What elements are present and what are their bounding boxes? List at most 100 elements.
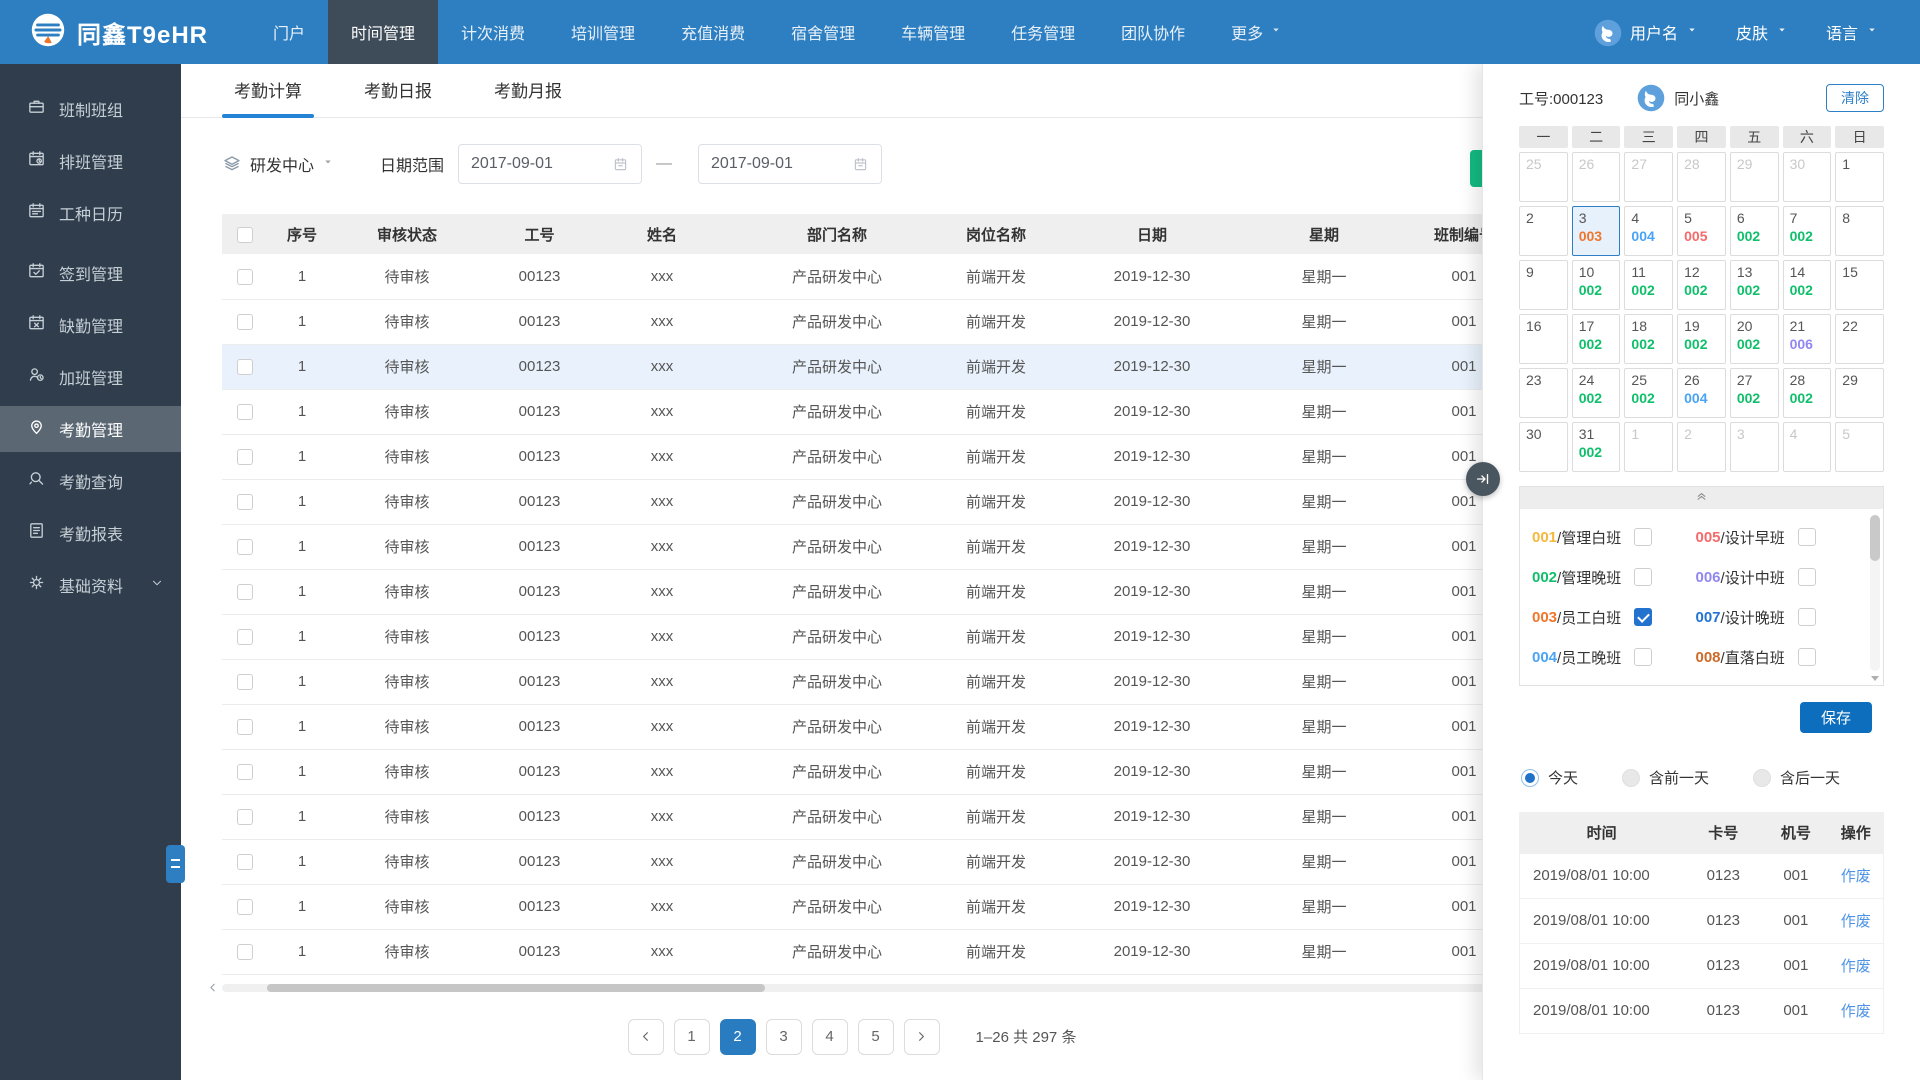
table-row[interactable]: 1 待审核 00123 xxx 产品研发中心 前端开发 2019-12-30 星期一 001 bbox=[222, 254, 1544, 300]
sidebar-item-考勤管理[interactable]: 考勤管理 bbox=[0, 406, 181, 452]
day-option-含后一天[interactable]: 含后一天 bbox=[1753, 767, 1840, 788]
day-option-今天[interactable]: 今天 bbox=[1521, 767, 1578, 788]
row-checkbox[interactable] bbox=[236, 268, 253, 285]
radio-button[interactable] bbox=[1622, 768, 1641, 787]
shift-option-008[interactable]: 008/直落白班 bbox=[1696, 637, 1860, 677]
table-row[interactable]: 1 待审核 00123 xxx 产品研发中心 前端开发 2019-12-30 星期一 001 bbox=[222, 614, 1544, 660]
page-button-2[interactable]: 2 bbox=[719, 1018, 756, 1055]
table-row[interactable]: 1 待审核 00123 xxx 产品研发中心 前端开发 2019-12-30 星期一 001 bbox=[222, 344, 1544, 390]
calendar-day-cell[interactable]: 13 002 bbox=[1729, 260, 1779, 310]
table-row[interactable]: 1 待审核 00123 xxx 产品研发中心 前端开发 2019-12-30 星期一 001 bbox=[222, 839, 1544, 885]
row-checkbox[interactable] bbox=[236, 449, 253, 466]
calendar-day-cell[interactable]: 8 bbox=[1835, 206, 1884, 256]
row-checkbox[interactable] bbox=[236, 494, 253, 511]
calendar-day-cell[interactable]: 15 bbox=[1835, 260, 1884, 310]
weekday-header-六[interactable]: 六 bbox=[1782, 126, 1832, 148]
scrollbar-thumb[interactable] bbox=[267, 983, 765, 992]
calendar-day-cell[interactable]: 29 bbox=[1729, 152, 1779, 202]
page-button-4[interactable]: 4 bbox=[811, 1018, 848, 1055]
calendar-day-cell[interactable]: 25 002 bbox=[1624, 368, 1674, 418]
nav-item-更多[interactable]: 更多 bbox=[1208, 0, 1305, 64]
shift-list-scrollbar[interactable] bbox=[1870, 515, 1880, 681]
page-button-5[interactable]: 5 bbox=[857, 1018, 894, 1055]
tab-考勤日报[interactable]: 考勤日报 bbox=[352, 77, 444, 117]
weekday-header-一[interactable]: 一 bbox=[1519, 126, 1568, 148]
row-checkbox[interactable] bbox=[236, 944, 253, 961]
calendar-day-cell[interactable]: 19 002 bbox=[1677, 314, 1726, 364]
calendar-day-cell[interactable]: 30 bbox=[1519, 422, 1568, 472]
table-row[interactable]: 1 待审核 00123 xxx 产品研发中心 前端开发 2019-12-30 星期一 001 bbox=[222, 884, 1544, 930]
row-checkbox[interactable] bbox=[236, 809, 253, 826]
row-checkbox[interactable] bbox=[236, 584, 253, 601]
shift-option-002[interactable]: 002/管理晚班 bbox=[1532, 557, 1696, 597]
shift-option-005[interactable]: 005/设计早班 bbox=[1696, 517, 1860, 557]
void-link[interactable]: 作废 bbox=[1828, 942, 1883, 988]
row-checkbox[interactable] bbox=[236, 359, 253, 376]
table-row[interactable]: 1 待审核 00123 xxx 产品研发中心 前端开发 2019-12-30 星期一 001 bbox=[222, 389, 1544, 435]
skin-menu[interactable]: 皮肤 bbox=[1736, 20, 1788, 44]
table-row[interactable]: 1 待审核 00123 xxx 产品研发中心 前端开发 2019-12-30 星期一 001 bbox=[222, 749, 1544, 795]
calendar-day-cell[interactable]: 1 bbox=[1835, 152, 1884, 202]
calendar-day-cell[interactable]: 17 002 bbox=[1571, 314, 1621, 364]
shift-checkbox[interactable] bbox=[1634, 608, 1653, 626]
nav-item-车辆管理[interactable]: 车辆管理 bbox=[878, 0, 988, 64]
row-checkbox[interactable] bbox=[236, 539, 253, 556]
nav-item-充值消费[interactable]: 充值消费 bbox=[658, 0, 768, 64]
calendar-day-cell[interactable]: 31 002 bbox=[1571, 422, 1621, 472]
table-row[interactable]: 1 待审核 00123 xxx 产品研发中心 前端开发 2019-12-30 星期一 001 bbox=[222, 659, 1544, 705]
sidebar-item-考勤报表[interactable]: 考勤报表 bbox=[0, 510, 181, 556]
calendar-day-cell[interactable]: 4 004 bbox=[1624, 206, 1674, 256]
clear-button[interactable]: 清除 bbox=[1826, 84, 1884, 112]
calendar-day-cell[interactable]: 6 002 bbox=[1729, 206, 1779, 256]
drawer-handle[interactable] bbox=[166, 845, 185, 883]
weekday-header-三[interactable]: 三 bbox=[1624, 126, 1674, 148]
shift-option-003[interactable]: 003/员工白班 bbox=[1532, 597, 1696, 637]
calendar-day-cell[interactable]: 12 002 bbox=[1677, 260, 1726, 310]
shift-checkbox[interactable] bbox=[1797, 528, 1816, 546]
sidebar-item-加班管理[interactable]: 加班管理 bbox=[0, 354, 181, 400]
shift-checkbox[interactable] bbox=[1797, 568, 1816, 586]
row-checkbox[interactable] bbox=[236, 764, 253, 781]
row-checkbox[interactable] bbox=[236, 629, 253, 646]
table-row[interactable]: 1 待审核 00123 xxx 产品研发中心 前端开发 2019-12-30 星期一 001 bbox=[222, 794, 1544, 840]
day-option-含前一天[interactable]: 含前一天 bbox=[1622, 767, 1709, 788]
row-checkbox[interactable] bbox=[236, 404, 253, 421]
shift-checkbox[interactable] bbox=[1797, 608, 1816, 626]
weekday-header-五[interactable]: 五 bbox=[1729, 126, 1779, 148]
collapse-list-button[interactable] bbox=[1520, 487, 1883, 509]
shift-checkbox[interactable] bbox=[1797, 648, 1816, 666]
calendar-day-cell[interactable]: 2 bbox=[1677, 422, 1726, 472]
calendar-day-cell[interactable]: 7 002 bbox=[1782, 206, 1832, 256]
sidebar-item-班制班组[interactable]: 班制班组 bbox=[0, 86, 181, 132]
next-page-button[interactable] bbox=[903, 1018, 940, 1055]
radio-button[interactable] bbox=[1753, 768, 1772, 787]
weekday-header-日[interactable]: 日 bbox=[1835, 126, 1884, 148]
sidebar-item-基础资料[interactable]: 基础资料 bbox=[0, 562, 181, 608]
calendar-day-cell[interactable]: 14 002 bbox=[1782, 260, 1832, 310]
sidebar-item-排班管理[interactable]: 排班管理 bbox=[0, 138, 181, 184]
table-row[interactable]: 1 待审核 00123 xxx 产品研发中心 前端开发 2019-12-30 星期一 001 bbox=[222, 479, 1544, 525]
weekday-header-四[interactable]: 四 bbox=[1677, 126, 1726, 148]
language-menu[interactable]: 语言 bbox=[1826, 20, 1878, 44]
nav-item-宿舍管理[interactable]: 宿舍管理 bbox=[768, 0, 878, 64]
department-dropdown[interactable]: 研发中心 bbox=[222, 152, 334, 176]
calendar-day-cell[interactable]: 5 005 bbox=[1677, 206, 1726, 256]
page-button-1[interactable]: 1 bbox=[673, 1018, 710, 1055]
nav-item-计次消费[interactable]: 计次消费 bbox=[438, 0, 548, 64]
shift-option-001[interactable]: 001/管理白班 bbox=[1532, 517, 1696, 557]
calendar-day-cell[interactable]: 21 006 bbox=[1782, 314, 1832, 364]
void-link[interactable]: 作废 bbox=[1828, 897, 1883, 943]
shift-checkbox[interactable] bbox=[1634, 648, 1653, 666]
sidebar-item-缺勤管理[interactable]: 缺勤管理 bbox=[0, 302, 181, 348]
table-row[interactable]: 1 待审核 00123 xxx 产品研发中心 前端开发 2019-12-30 星期一 001 bbox=[222, 434, 1544, 480]
calendar-day-cell[interactable]: 1 bbox=[1624, 422, 1674, 472]
scroll-left-icon[interactable] bbox=[206, 981, 219, 994]
void-link[interactable]: 作废 bbox=[1828, 987, 1883, 1033]
calendar-day-cell[interactable]: 9 bbox=[1519, 260, 1568, 310]
calendar-day-cell[interactable]: 24 002 bbox=[1571, 368, 1621, 418]
weekday-header-二[interactable]: 二 bbox=[1571, 126, 1621, 148]
table-row[interactable]: 1 待审核 00123 xxx 产品研发中心 前端开发 2019-12-30 星期一 001 bbox=[222, 524, 1544, 570]
previous-page-button[interactable] bbox=[627, 1018, 664, 1055]
shift-scrollbar-thumb[interactable] bbox=[1870, 515, 1880, 561]
calendar-day-cell[interactable]: 29 bbox=[1835, 368, 1884, 418]
